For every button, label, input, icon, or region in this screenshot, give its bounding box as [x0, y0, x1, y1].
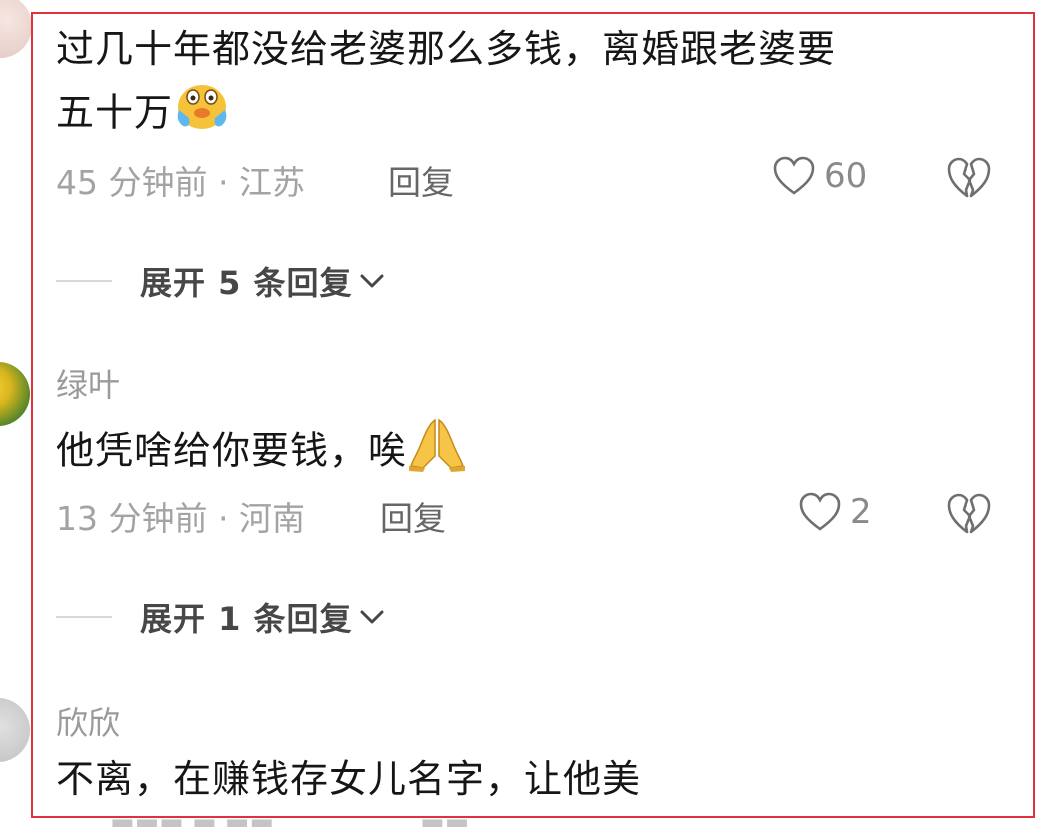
- reply-button[interactable]: 回复: [388, 156, 454, 204]
- avatar[interactable]: [0, 362, 30, 426]
- like-count: 2: [850, 492, 872, 532]
- expand-replies-label: 展开 5 条回复: [140, 264, 353, 302]
- crying-laughing-emoji-icon: [173, 80, 231, 150]
- comment-username[interactable]: 欣欣: [56, 698, 120, 744]
- chevron-down-icon: [360, 274, 384, 288]
- comment-content: 他凭啥给你要钱，唉: [56, 416, 1016, 490]
- dislike-button[interactable]: [946, 156, 992, 200]
- expand-replies-button[interactable]: 展开 1 条回复: [56, 594, 387, 640]
- heart-outline-icon: [773, 156, 815, 195]
- heart-outline-icon: [799, 492, 841, 531]
- like-count: 60: [824, 156, 868, 196]
- expand-replies-label: 展开 1 条回复: [140, 600, 353, 638]
- expand-replies-button[interactable]: 展开 5 条回复: [56, 258, 387, 304]
- clipped-next-comment-meta: ▬▬▬ ▬ ▬▬ ▬▬: [0, 818, 1043, 827]
- broken-heart-icon: [947, 157, 991, 198]
- like-button[interactable]: 60: [772, 156, 867, 196]
- chevron-down-icon: [360, 610, 384, 624]
- comment-content-line: 过几十年都没给老婆那么多钱，离婚跟老婆要: [56, 27, 837, 71]
- reply-button[interactable]: 回复: [380, 492, 446, 540]
- divider-line: [56, 280, 112, 282]
- divider-line: [56, 616, 112, 618]
- avatar[interactable]: [0, 698, 30, 762]
- comment-content: 不离，在赚钱存女儿名字，让他美: [56, 757, 642, 801]
- comment-meta: 13 分钟前 · 河南: [56, 499, 305, 538]
- comment-meta: 45 分钟前 · 江苏: [56, 163, 305, 202]
- dislike-button[interactable]: [946, 492, 992, 536]
- comment-content-line: 五十万: [56, 80, 1016, 150]
- like-button[interactable]: 2: [798, 492, 872, 532]
- folded-hands-icon: [407, 416, 467, 490]
- comment-username[interactable]: 绿叶: [56, 360, 120, 406]
- comment-content: 过几十年都没给老婆那么多钱，离婚跟老婆要 五十万: [56, 18, 1016, 150]
- broken-heart-icon: [947, 493, 991, 534]
- avatar[interactable]: [0, 0, 32, 58]
